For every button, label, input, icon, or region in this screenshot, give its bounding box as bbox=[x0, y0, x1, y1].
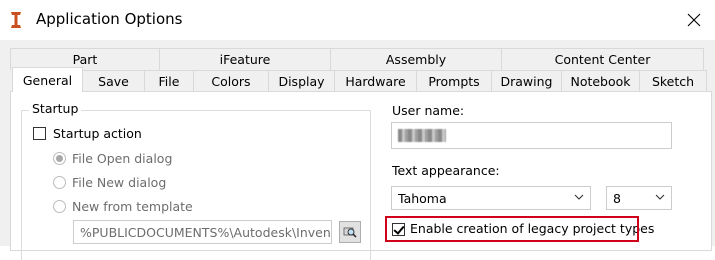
template-path-value: %PUBLICDOCUMENTS%\Autodesk\Inventor bbox=[80, 224, 332, 240]
close-button[interactable] bbox=[676, 4, 712, 36]
font-select[interactable]: Tahoma bbox=[391, 186, 591, 210]
close-icon bbox=[687, 13, 701, 27]
tab-colors[interactable]: Colors bbox=[193, 70, 269, 92]
font-size-value: 8 bbox=[613, 190, 621, 206]
browse-template-button[interactable] bbox=[339, 221, 361, 243]
user-name-label: User name: bbox=[392, 103, 465, 118]
new-from-template-label: New from template bbox=[72, 199, 193, 214]
file-open-dialog-label: File Open dialog bbox=[72, 151, 173, 166]
tab-content-center[interactable]: Content Center bbox=[501, 48, 704, 70]
startup-group-label: Startup bbox=[29, 101, 82, 116]
tab-prompts[interactable]: Prompts bbox=[416, 70, 492, 92]
tab-hardware[interactable]: Hardware bbox=[334, 70, 417, 92]
tab-ifeature[interactable]: iFeature bbox=[159, 48, 331, 70]
file-new-dialog-radio[interactable] bbox=[53, 176, 66, 189]
tab-save[interactable]: Save bbox=[82, 70, 145, 92]
inventor-app-icon bbox=[9, 11, 23, 29]
template-path-field[interactable]: %PUBLICDOCUMENTS%\Autodesk\Inventor bbox=[73, 220, 332, 244]
new-from-template-radio[interactable] bbox=[53, 200, 66, 213]
font-size-select[interactable]: 8 bbox=[606, 186, 672, 210]
tab-drawing[interactable]: Drawing bbox=[491, 70, 562, 92]
title-bar: Application Options bbox=[0, 0, 715, 40]
tab-file[interactable]: File bbox=[144, 70, 194, 92]
file-open-dialog-radio[interactable] bbox=[53, 152, 66, 165]
text-appearance-label: Text appearance: bbox=[392, 163, 500, 178]
startup-action-label: Startup action bbox=[53, 126, 142, 141]
legacy-project-types-label: Enable creation of legacy project types bbox=[410, 221, 655, 236]
font-select-value: Tahoma bbox=[398, 190, 447, 206]
file-new-dialog-label: File New dialog bbox=[72, 175, 167, 190]
tab-display[interactable]: Display bbox=[268, 70, 335, 92]
user-name-input[interactable] bbox=[391, 122, 672, 149]
window-title: Application Options bbox=[36, 10, 183, 28]
magnifier-icon bbox=[343, 227, 357, 238]
chevron-down-icon bbox=[574, 194, 584, 200]
user-name-value-redacted bbox=[398, 129, 446, 142]
tab-notebook[interactable]: Notebook bbox=[561, 70, 640, 92]
startup-action-checkbox[interactable] bbox=[33, 127, 46, 140]
tab-assembly[interactable]: Assembly bbox=[330, 48, 502, 70]
chevron-down-icon bbox=[655, 194, 665, 200]
tab-sketch[interactable]: Sketch bbox=[639, 70, 707, 92]
tab-general[interactable]: General bbox=[12, 67, 83, 92]
legacy-project-types-checkbox[interactable] bbox=[392, 223, 405, 236]
